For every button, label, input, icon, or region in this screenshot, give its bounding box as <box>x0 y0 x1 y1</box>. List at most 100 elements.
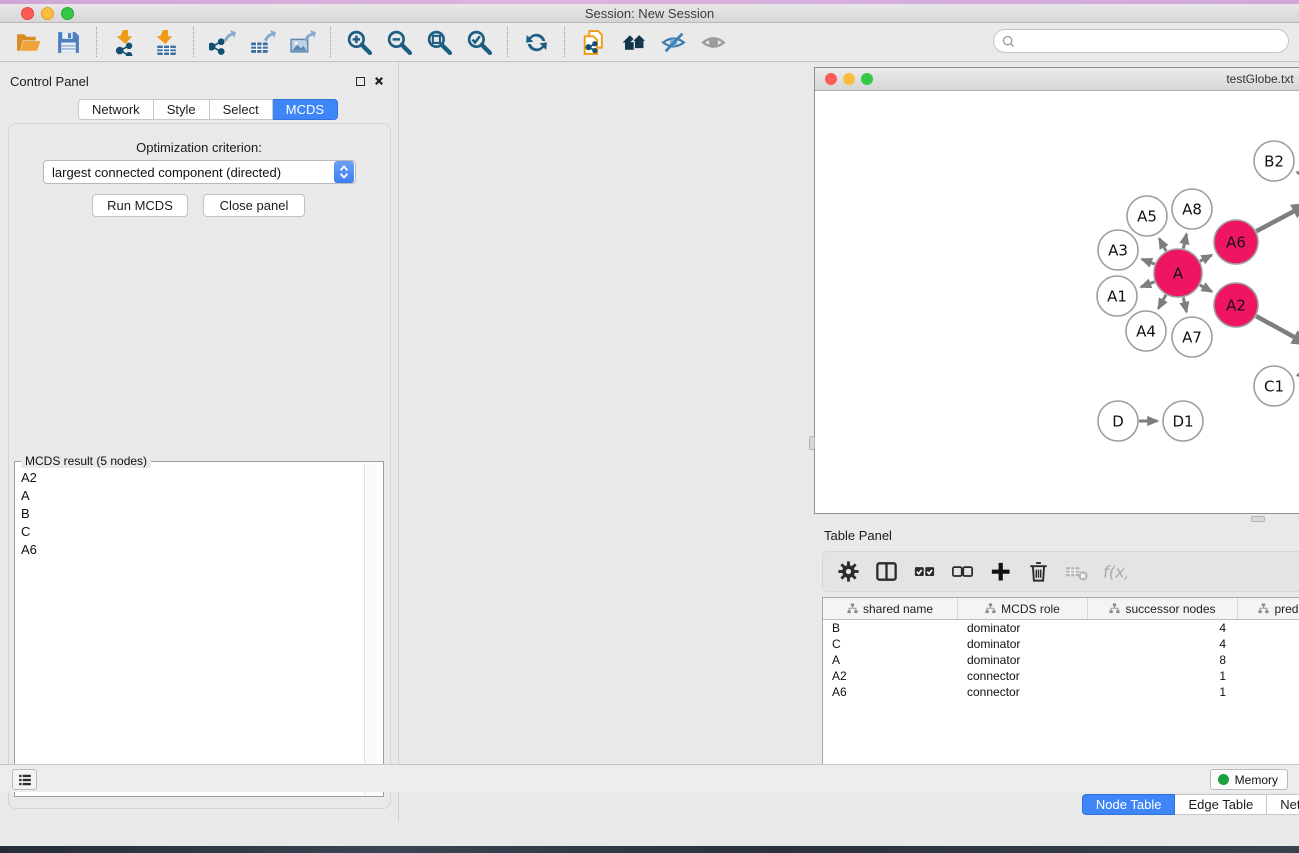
window-title: Session: New Session <box>0 6 1299 21</box>
select-all-button[interactable] <box>909 557 939 587</box>
export-table-icon <box>249 29 276 56</box>
toolbar-group <box>0 26 96 58</box>
graph-node-A5[interactable]: A5 <box>1127 196 1167 236</box>
tab-mcds[interactable]: MCDS <box>273 99 338 120</box>
graph-edge-A-A3[interactable] <box>1142 259 1155 264</box>
column-label: predecessor nodes <box>1274 602 1299 616</box>
column-header-MCDS-role[interactable]: MCDS role <box>958 598 1088 619</box>
graph-edge-A6-B[interactable] <box>1256 204 1299 231</box>
graph-node-A[interactable]: A <box>1154 249 1202 297</box>
toolbar-group <box>508 26 564 58</box>
open-folder-button[interactable] <box>8 26 48 58</box>
graph-node-A4[interactable]: A4 <box>1126 311 1166 351</box>
task-history-button[interactable] <box>12 769 37 790</box>
export-image-button[interactable] <box>282 26 322 58</box>
float-panel-icon[interactable] <box>356 77 365 86</box>
gear-button[interactable] <box>833 557 863 587</box>
graph-edge-A-A2[interactable] <box>1200 285 1212 292</box>
app-window: Session: New Session Control Panel Netwo… <box>0 4 1299 846</box>
graph-node-B2[interactable]: B2 <box>1254 141 1294 181</box>
table-row[interactable]: A6connector11A6 <box>823 684 1299 700</box>
save-button[interactable] <box>48 26 88 58</box>
graph-node-A8[interactable]: A8 <box>1172 189 1212 229</box>
tab-network[interactable]: Network <box>78 99 154 120</box>
cell-shared-name: A <box>823 652 958 668</box>
graph-edge-A-A7[interactable] <box>1183 297 1186 312</box>
hide-graphics-details-button[interactable] <box>653 26 693 58</box>
column-header-successor-nodes[interactable]: successor nodes <box>1088 598 1238 619</box>
cell-successor-nodes: 1 <box>1088 668 1238 684</box>
zoom-in-button[interactable] <box>339 26 379 58</box>
import-table-button[interactable] <box>145 26 185 58</box>
graph-node-A7[interactable]: A7 <box>1172 317 1212 357</box>
graph-node-D[interactable]: D <box>1098 401 1138 441</box>
mcds-result-item[interactable]: C <box>16 522 362 540</box>
table-row[interactable]: A2connector11A2 <box>823 668 1299 684</box>
open-folder-icon <box>15 29 42 56</box>
mcds-result-item[interactable]: B <box>16 504 362 522</box>
criterion-dropdown[interactable]: largest connected component (directed) <box>43 160 356 184</box>
mcds-result-item[interactable]: A2 <box>16 468 362 486</box>
clone-network-button[interactable] <box>573 26 613 58</box>
status-bar: Memory <box>0 764 1299 792</box>
cell-shared-name: A6 <box>823 684 958 700</box>
result-scrollbar[interactable] <box>364 463 377 795</box>
close-panel-button[interactable]: Close panel <box>203 194 305 217</box>
tab-select[interactable]: Select <box>210 99 273 120</box>
graph-edge-A2-C[interactable] <box>1256 316 1299 344</box>
mcds-result-item[interactable]: A <box>16 486 362 504</box>
graph-node-A2[interactable]: A2 <box>1214 283 1258 327</box>
columns-icon <box>874 559 899 584</box>
zoom-fit-button[interactable] <box>419 26 459 58</box>
column-header-predecessor-nodes[interactable]: predecessor nodes <box>1238 598 1299 619</box>
home-button[interactable] <box>613 26 653 58</box>
run-mcds-button[interactable]: Run MCDS <box>92 194 188 217</box>
cell-predecessor-nodes: 0 <box>1238 652 1299 668</box>
add-button[interactable] <box>985 557 1015 587</box>
graph-edge-A-A5[interactable] <box>1159 238 1166 251</box>
deselect-all-button[interactable] <box>947 557 977 587</box>
memory-button[interactable]: Memory <box>1210 769 1288 790</box>
graph-node-C1[interactable]: C1 <box>1254 366 1294 406</box>
graph-node-A3[interactable]: A3 <box>1098 230 1138 270</box>
tab-style[interactable]: Style <box>154 99 210 120</box>
vertical-splitter-handle[interactable] <box>809 436 815 450</box>
tab-node-table[interactable]: Node Table <box>1082 794 1176 815</box>
graph-node-A1[interactable]: A1 <box>1097 276 1137 316</box>
graph-edge-A-A1[interactable] <box>1141 282 1155 287</box>
svg-text:B2: B2 <box>1264 152 1284 170</box>
zoom-in-icon <box>346 29 373 56</box>
horizontal-splitter-handle[interactable] <box>1251 516 1265 522</box>
table-row[interactable]: Adominator80A <box>823 652 1299 668</box>
graph-edge-A-A8[interactable] <box>1183 234 1186 249</box>
import-network-button[interactable] <box>105 26 145 58</box>
export-network-button[interactable] <box>202 26 242 58</box>
export-table-button[interactable] <box>242 26 282 58</box>
hide-graphics-details-icon <box>660 29 687 56</box>
cell-shared-name: B <box>823 620 958 636</box>
table-row[interactable]: Bdominator41B <box>823 620 1299 636</box>
search-input[interactable] <box>1016 31 1288 51</box>
show-eye-button[interactable] <box>693 26 733 58</box>
refresh-icon <box>523 29 550 56</box>
columns-button[interactable] <box>871 557 901 587</box>
refresh-button[interactable] <box>516 26 556 58</box>
close-panel-icon[interactable] <box>374 76 384 86</box>
zoom-selected-button[interactable] <box>459 26 499 58</box>
zoom-out-button[interactable] <box>379 26 419 58</box>
column-header-shared-name[interactable]: shared name <box>823 598 958 619</box>
tab-network-table[interactable]: Network Table <box>1267 794 1299 815</box>
graph-node-D1[interactable]: D1 <box>1163 401 1203 441</box>
table-row[interactable]: Cdominator41C <box>823 636 1299 652</box>
show-eye-icon <box>700 29 727 56</box>
tab-edge-table[interactable]: Edge Table <box>1175 794 1267 815</box>
search-field[interactable] <box>993 29 1289 53</box>
trash-button[interactable] <box>1023 557 1053 587</box>
mcds-result-item[interactable]: A6 <box>16 540 362 558</box>
network-canvas[interactable]: B4B2BB3A5A8A6A3B1AA1C2A2A4A7C4CC1C3DD1 <box>815 91 1299 513</box>
graph-node-A6[interactable]: A6 <box>1214 220 1258 264</box>
graph-edge-A-A4[interactable] <box>1158 295 1166 309</box>
svg-text:D1: D1 <box>1172 412 1193 430</box>
svg-text:C1: C1 <box>1264 377 1284 395</box>
graph-edge-A-A6[interactable] <box>1200 255 1212 261</box>
